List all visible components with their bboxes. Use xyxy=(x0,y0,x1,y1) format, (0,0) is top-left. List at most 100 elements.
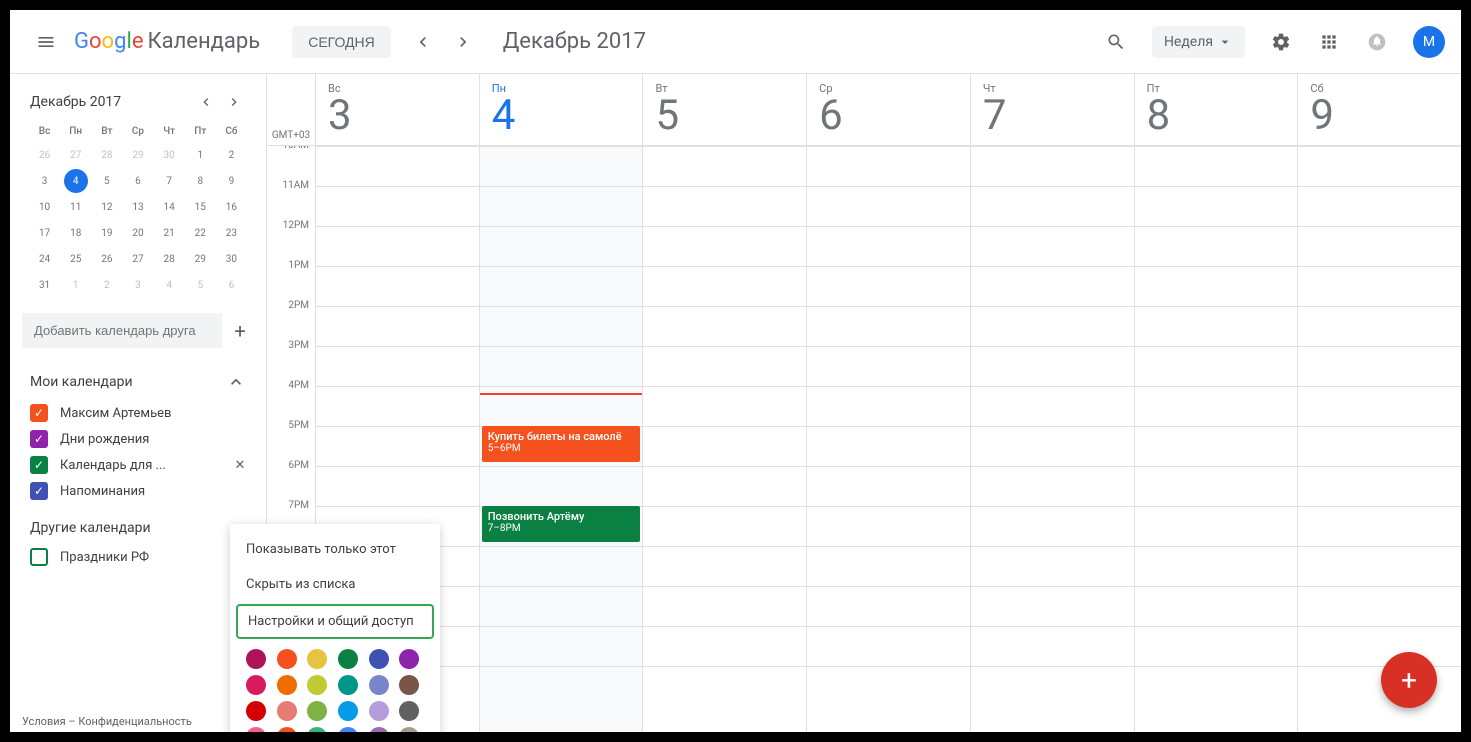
mini-day[interactable]: 31 xyxy=(33,273,57,297)
mini-day[interactable]: 5 xyxy=(95,169,119,193)
day-header[interactable]: Чт7 xyxy=(970,74,1134,145)
color-swatch[interactable] xyxy=(277,675,297,695)
mini-next-button[interactable] xyxy=(222,90,246,114)
day-column[interactable] xyxy=(970,146,1134,732)
mini-day[interactable]: 29 xyxy=(126,143,150,167)
mini-day[interactable]: 13 xyxy=(126,195,150,219)
mini-day[interactable]: 29 xyxy=(188,247,212,271)
mini-day[interactable]: 23 xyxy=(219,221,243,245)
mini-day[interactable]: 26 xyxy=(95,247,119,271)
add-friend-input[interactable] xyxy=(22,313,222,348)
mini-day[interactable]: 12 xyxy=(95,195,119,219)
color-swatch[interactable] xyxy=(369,701,389,721)
mini-day[interactable]: 28 xyxy=(95,143,119,167)
color-swatch[interactable] xyxy=(399,649,419,669)
color-swatch[interactable] xyxy=(277,727,297,732)
settings-button[interactable] xyxy=(1261,22,1301,62)
color-swatch[interactable] xyxy=(399,701,419,721)
mini-day[interactable]: 17 xyxy=(33,221,57,245)
color-swatch[interactable] xyxy=(246,649,266,669)
mini-day[interactable]: 11 xyxy=(64,195,88,219)
mini-day[interactable]: 27 xyxy=(64,143,88,167)
calendar-checkbox[interactable] xyxy=(30,548,48,566)
mini-day[interactable]: 2 xyxy=(95,273,119,297)
menu-button[interactable] xyxy=(26,22,66,62)
color-swatch[interactable] xyxy=(369,649,389,669)
mini-day[interactable]: 20 xyxy=(126,221,150,245)
mini-day[interactable]: 24 xyxy=(33,247,57,271)
mini-day[interactable]: 15 xyxy=(188,195,212,219)
color-swatch[interactable] xyxy=(399,727,419,732)
mini-day[interactable]: 27 xyxy=(126,247,150,271)
day-header[interactable]: Ср6 xyxy=(806,74,970,145)
day-column[interactable]: Купить билеты на самолё5–6PMПозвонить Ар… xyxy=(479,146,643,732)
search-button[interactable] xyxy=(1096,22,1136,62)
color-swatch[interactable] xyxy=(307,701,327,721)
mini-day[interactable]: 22 xyxy=(188,221,212,245)
color-swatch[interactable] xyxy=(277,649,297,669)
other-calendars-header[interactable]: Другие календари xyxy=(18,512,258,544)
color-swatch[interactable] xyxy=(277,701,297,721)
color-swatch[interactable] xyxy=(399,675,419,695)
mini-day[interactable]: 30 xyxy=(157,143,181,167)
mini-day[interactable]: 16 xyxy=(219,195,243,219)
mini-day[interactable]: 30 xyxy=(219,247,243,271)
mini-day[interactable]: 21 xyxy=(157,221,181,245)
calendar-item[interactable]: ✓Календарь для ...✕ xyxy=(18,452,258,478)
day-header[interactable]: Сб9 xyxy=(1297,74,1461,145)
mini-prev-button[interactable] xyxy=(194,90,218,114)
calendar-checkbox[interactable]: ✓ xyxy=(30,430,48,448)
color-swatch[interactable]: ✓ xyxy=(307,727,327,732)
mini-day[interactable]: 26 xyxy=(33,143,57,167)
context-menu-item[interactable]: Настройки и общий доступ xyxy=(236,604,434,639)
mini-day[interactable]: 8 xyxy=(188,169,212,193)
add-friend-button[interactable]: + xyxy=(226,315,254,347)
calendar-item[interactable]: ✓Максим Артемьев xyxy=(18,400,258,426)
day-header[interactable]: Вт5 xyxy=(642,74,806,145)
mini-day[interactable]: 25 xyxy=(64,247,88,271)
color-swatch[interactable] xyxy=(338,675,358,695)
calendar-item[interactable]: ✓Напоминания xyxy=(18,478,258,504)
next-week-button[interactable] xyxy=(447,26,479,58)
mini-day[interactable]: 4 xyxy=(64,169,88,193)
mini-day[interactable]: 1 xyxy=(64,273,88,297)
today-button[interactable]: СЕГОДНЯ xyxy=(292,26,391,58)
calendar-item[interactable]: Праздники РФ xyxy=(18,544,258,570)
day-column[interactable] xyxy=(1297,146,1461,732)
mini-day[interactable]: 6 xyxy=(219,273,243,297)
calendar-checkbox[interactable]: ✓ xyxy=(30,404,48,422)
mini-day[interactable]: 19 xyxy=(95,221,119,245)
color-swatch[interactable] xyxy=(307,649,327,669)
calendar-checkbox[interactable]: ✓ xyxy=(30,456,48,474)
privacy-link[interactable]: Конфиденциальность xyxy=(78,715,192,728)
color-swatch[interactable] xyxy=(338,701,358,721)
event[interactable]: Купить билеты на самолё5–6PM xyxy=(482,426,641,462)
close-icon[interactable]: ✕ xyxy=(230,455,250,475)
mini-day[interactable]: 1 xyxy=(188,143,212,167)
my-calendars-header[interactable]: Мои календари xyxy=(18,364,258,400)
logo[interactable]: Google Календарь xyxy=(74,29,260,54)
day-column[interactable] xyxy=(1134,146,1298,732)
context-menu-item[interactable]: Скрыть из списка xyxy=(230,567,440,602)
avatar[interactable]: М xyxy=(1413,26,1445,58)
color-swatch[interactable] xyxy=(369,727,389,732)
color-swatch[interactable] xyxy=(307,675,327,695)
day-column[interactable] xyxy=(642,146,806,732)
mini-day[interactable]: 5 xyxy=(188,273,212,297)
mini-day[interactable]: 2 xyxy=(219,143,243,167)
mini-day[interactable]: 3 xyxy=(126,273,150,297)
mini-day[interactable]: 28 xyxy=(157,247,181,271)
color-swatch[interactable] xyxy=(338,649,358,669)
color-swatch[interactable] xyxy=(369,675,389,695)
create-event-fab[interactable]: + xyxy=(1381,652,1437,708)
mini-day[interactable]: 7 xyxy=(157,169,181,193)
day-header[interactable]: Пн4 xyxy=(479,74,643,145)
terms-link[interactable]: Условия xyxy=(22,715,66,728)
day-header[interactable]: Пт8 xyxy=(1134,74,1298,145)
mini-day[interactable]: 4 xyxy=(157,273,181,297)
view-selector[interactable]: Неделя xyxy=(1152,26,1245,58)
color-swatch[interactable] xyxy=(246,701,266,721)
prev-week-button[interactable] xyxy=(407,26,439,58)
day-column[interactable] xyxy=(806,146,970,732)
color-swatch[interactable] xyxy=(338,727,358,732)
